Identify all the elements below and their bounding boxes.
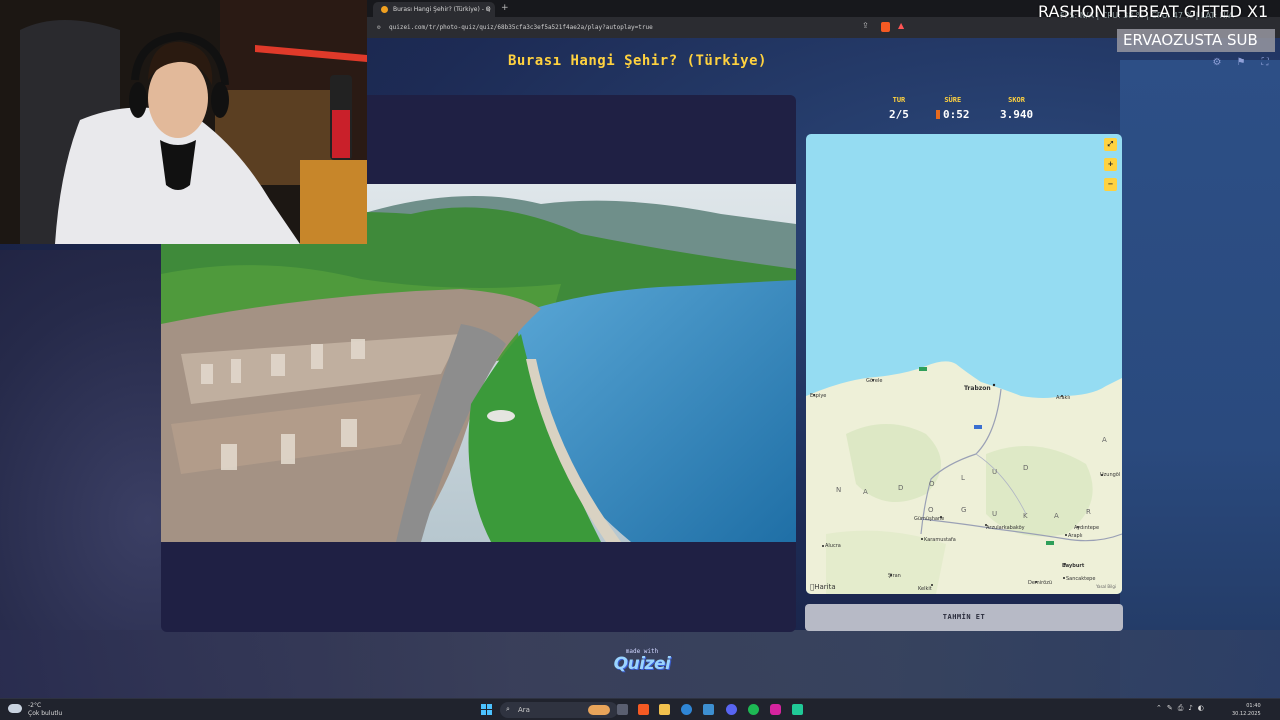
system-tray-icons[interactable]: ⌃✎⎙♪◐ <box>1156 704 1209 713</box>
quizei-favicon-icon <box>381 6 388 13</box>
edge-icon[interactable] <box>681 704 692 715</box>
search-highlight-icon <box>588 705 610 715</box>
map-label: Alucra <box>825 543 841 549</box>
windows-taskbar: -2°C Çok bulutlu ⌕ Ara ⌃✎⎙♪◐ 01:40 30.12… <box>0 698 1280 720</box>
map-label: Bayburt <box>1062 563 1085 569</box>
report-flag-icon[interactable]: ⚑ <box>1233 55 1249 71</box>
new-tab-button[interactable]: + <box>501 3 509 13</box>
map-label: Araplı <box>1068 533 1083 539</box>
region-letter: A <box>1054 512 1061 520</box>
region-letter: R <box>1086 508 1093 516</box>
score-stat: SKOR 3.940 <box>1000 96 1033 121</box>
map-expand-icon[interactable]: ⤢ <box>1104 138 1117 151</box>
time-display: 0:52 <box>936 108 970 121</box>
region-letter: O <box>928 506 936 514</box>
map-label: Espiye <box>810 393 827 399</box>
map-label: Aydıntepe <box>1074 525 1100 531</box>
quizei-logo: Quizei <box>613 654 671 674</box>
cloud-icon <box>8 704 22 713</box>
discord-icon[interactable] <box>726 704 737 715</box>
background-blur-right <box>1120 60 1280 700</box>
stream-alert-overlay: RASHONTHEBEAT GIFTED X1 <box>1038 2 1269 21</box>
instagram-icon[interactable] <box>770 704 781 715</box>
region-letter: G <box>961 506 969 514</box>
map-label: Uzungöl <box>1100 472 1121 478</box>
map-label: Demirözü <box>1028 580 1052 586</box>
region-letter: O <box>929 480 937 488</box>
zoom-in-icon[interactable]: + <box>1104 158 1117 171</box>
settings-gear-icon[interactable]: ⚙ <box>1209 55 1225 71</box>
page-title: Burası Hangi Şehir? (Türkiye) <box>508 53 767 69</box>
clock-time: 01:40 <box>1246 703 1261 709</box>
region-letter: D <box>898 484 906 492</box>
region-letter: N <box>836 486 844 494</box>
round-label: TUR <box>892 96 906 104</box>
search-icon: ⌕ <box>506 705 510 713</box>
made-with-badge[interactable]: made with Quizei <box>612 648 672 673</box>
map-label: Araklı <box>1056 395 1071 401</box>
close-tab-icon[interactable]: × <box>485 5 491 13</box>
file-explorer-icon[interactable] <box>659 704 670 715</box>
region-letter: D <box>1023 464 1031 472</box>
taskbar-clock[interactable]: 01:40 30.12.2025 <box>1232 702 1261 718</box>
map-label: Görele <box>866 378 883 384</box>
browser-tab[interactable]: Burası Hangi Şehir? (Türkiye) - Q × <box>373 2 495 17</box>
map-label: Trabzon <box>964 385 991 392</box>
map-attribution: Harita <box>810 583 836 591</box>
map-legal-link[interactable]: Yasal Bilgi <box>1096 584 1116 589</box>
region-letter: K <box>1023 512 1030 520</box>
windows-start-icon[interactable] <box>481 704 492 715</box>
header-actions: ⚙ ⚑ ⛶ <box>1209 55 1277 71</box>
map-label: Kelkit <box>918 586 932 592</box>
map-label: Arzularkabaköy <box>986 525 1025 531</box>
guess-map[interactable]: ⤢ + − Görele Trabzon Araklı Espiye Gümüş… <box>806 134 1122 594</box>
url-field[interactable]: ⚙ quizei.com/tr/photo-quiz/quiz/68b35cfa… <box>375 21 895 34</box>
region-letter: L <box>961 474 967 482</box>
taskbar-search[interactable]: ⌕ Ara <box>500 702 618 718</box>
brave-browser-icon[interactable] <box>638 704 649 715</box>
url-text: quizei.com/tr/photo-quiz/quiz/68b35cfa3c… <box>389 24 653 31</box>
clock-date: 30.12.2025 <box>1232 711 1261 717</box>
time-label: SÜRE <box>944 96 962 104</box>
share-icon[interactable]: ⇪ <box>862 21 875 30</box>
rewards-icon[interactable]: ▲ <box>898 21 904 30</box>
webcam-feed <box>0 0 367 244</box>
fullscreen-icon[interactable]: ⛶ <box>1257 55 1273 71</box>
stream-sub-overlay: ERVAOZUSTA SUB <box>1117 29 1275 52</box>
site-info-icon[interactable]: ⚙ <box>377 24 381 31</box>
region-letter: U <box>992 468 1000 476</box>
steam-icon[interactable] <box>703 704 714 715</box>
round-value: 2/5 <box>889 108 909 121</box>
score-value: 3.940 <box>1000 108 1034 121</box>
obs-app-icon[interactable] <box>792 704 803 715</box>
map-label: Sancaktepe <box>1066 576 1096 582</box>
score-label: SKOR <box>1008 96 1025 104</box>
guess-button[interactable]: TAHMİN ET <box>805 604 1123 631</box>
search-placeholder: Ara <box>518 706 530 714</box>
round-stat: TUR 2/5 <box>889 96 909 121</box>
screen: Burası Hangi Şehir? (Türkiye) - Q × + ⚙ … <box>0 0 1280 720</box>
brave-shields-icon[interactable] <box>881 22 890 32</box>
map-label: Gümüşhane <box>914 516 945 522</box>
zoom-out-icon[interactable]: − <box>1104 178 1117 191</box>
timer-icon <box>936 110 940 119</box>
weather-widget[interactable]: -2°C Çok bulutlu <box>8 702 62 718</box>
region-letter: A <box>1102 436 1109 444</box>
map-label: Karamustafa <box>924 537 956 543</box>
task-view-icon[interactable] <box>617 704 628 715</box>
region-letter: A <box>863 488 870 496</box>
region-letter: U <box>992 510 1000 518</box>
browser-tab-title: Burası Hangi Şehir? (Türkiye) - Q <box>393 6 491 13</box>
time-value: 0:52 <box>943 108 970 121</box>
time-stat: SÜRE 0:52 <box>936 96 970 121</box>
spotify-icon[interactable] <box>748 704 759 715</box>
map-label: Şiran <box>888 573 901 579</box>
